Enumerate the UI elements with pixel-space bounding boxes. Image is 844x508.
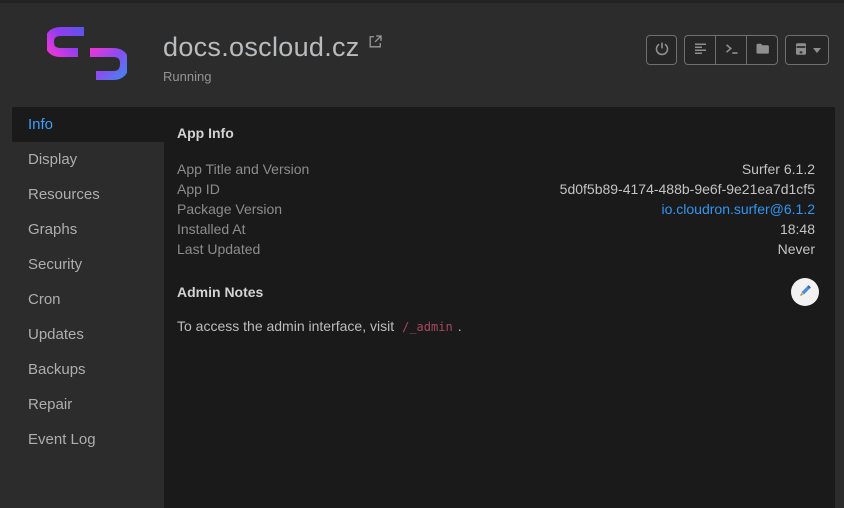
sidebar-item-label: Repair [28,396,72,413]
info-row-value: 5d0f5b89-4174-488b-9e6f-9e21ea7d1cf5 [560,179,815,199]
info-row-label: Installed At [177,219,246,239]
app-info-table: App Title and Version Surfer 6.1.2 App I… [177,159,815,259]
table-row: App ID 5d0f5b89-4174-488b-9e6f-9e21ea7d1… [177,179,815,199]
window-top-edge [0,0,844,3]
info-row-value: 18:48 [780,219,815,239]
app-header: docs.oscloud.cz Running [0,0,844,107]
info-row-value[interactable]: io.cloudron.surfer@6.1.2 [661,199,815,219]
power-icon [654,41,670,60]
info-row-value: Never [778,239,815,259]
table-row: Installed At 18:48 [177,219,815,239]
info-row-label: Last Updated [177,239,260,259]
app-tools-button-group [684,35,778,65]
admin-notes-text: To access the admin interface, visit /_ad… [177,317,815,337]
status-badge: Running [163,69,382,84]
app-info-heading: App Info [177,125,815,142]
sidebar-item-label: Backups [28,361,86,378]
power-button[interactable] [646,35,677,65]
sidebar-item-label: Updates [28,326,84,343]
sidebar-item-display[interactable]: Display [0,142,164,177]
sidebar-item-backups[interactable]: Backups [0,352,164,387]
sidebar: Info Display Resources Graphs Security C… [0,107,164,508]
info-row-label: App Title and Version [177,159,309,179]
logs-button[interactable] [684,35,716,65]
sidebar-item-graphs[interactable]: Graphs [0,212,164,247]
header-actions [646,35,829,65]
table-row: App Title and Version Surfer 6.1.2 [177,159,815,179]
admin-path-code: /_admin [402,320,453,334]
app-menu-dropdown[interactable] [785,35,829,65]
surfer-app-logo [47,24,127,89]
sidebar-item-info[interactable]: Info [12,107,164,142]
info-row-label: Package Version [177,199,282,219]
sidebar-item-label: Event Log [28,431,96,448]
folder-icon [755,41,770,59]
sidebar-item-resources[interactable]: Resources [0,177,164,212]
pencil-icon [798,283,813,301]
app-title-block: docs.oscloud.cz Running [163,32,382,84]
notes-text-before: To access the admin interface, visit [177,318,394,334]
sidebar-item-updates[interactable]: Updates [0,317,164,352]
edit-notes-button[interactable] [791,278,819,306]
sidebar-item-security[interactable]: Security [0,247,164,282]
info-row-value: Surfer 6.1.2 [742,159,815,179]
chevron-down-icon [813,48,821,53]
sidebar-item-label: Graphs [28,221,77,238]
sidebar-item-repair[interactable]: Repair [0,387,164,422]
sidebar-item-label: Display [28,151,77,168]
app-info-panel: App Info App Title and Version Surfer 6.… [164,107,835,508]
sidebar-item-label: Security [28,256,82,273]
admin-notes-header: Admin Notes [177,278,815,306]
table-row: Package Version io.cloudron.surfer@6.1.2 [177,199,815,219]
sidebar-item-cron[interactable]: Cron [0,282,164,317]
sidebar-item-label: Info [28,116,53,133]
info-row-label: App ID [177,179,220,199]
terminal-icon [724,41,739,59]
sidebar-item-label: Cron [28,291,61,308]
scrollbar-track[interactable] [835,107,844,508]
terminal-button[interactable] [715,35,747,65]
external-link-icon[interactable] [369,35,382,53]
sidebar-item-event-log[interactable]: Event Log [0,422,164,457]
app-title: docs.oscloud.cz [163,32,360,62]
notes-text-after: . [458,318,462,334]
sidebar-item-label: Resources [28,186,100,203]
app-menu-icon [793,41,809,60]
table-row: Last Updated Never [177,239,815,259]
admin-notes-heading: Admin Notes [177,284,263,301]
logs-icon [693,41,708,59]
files-button[interactable] [746,35,778,65]
